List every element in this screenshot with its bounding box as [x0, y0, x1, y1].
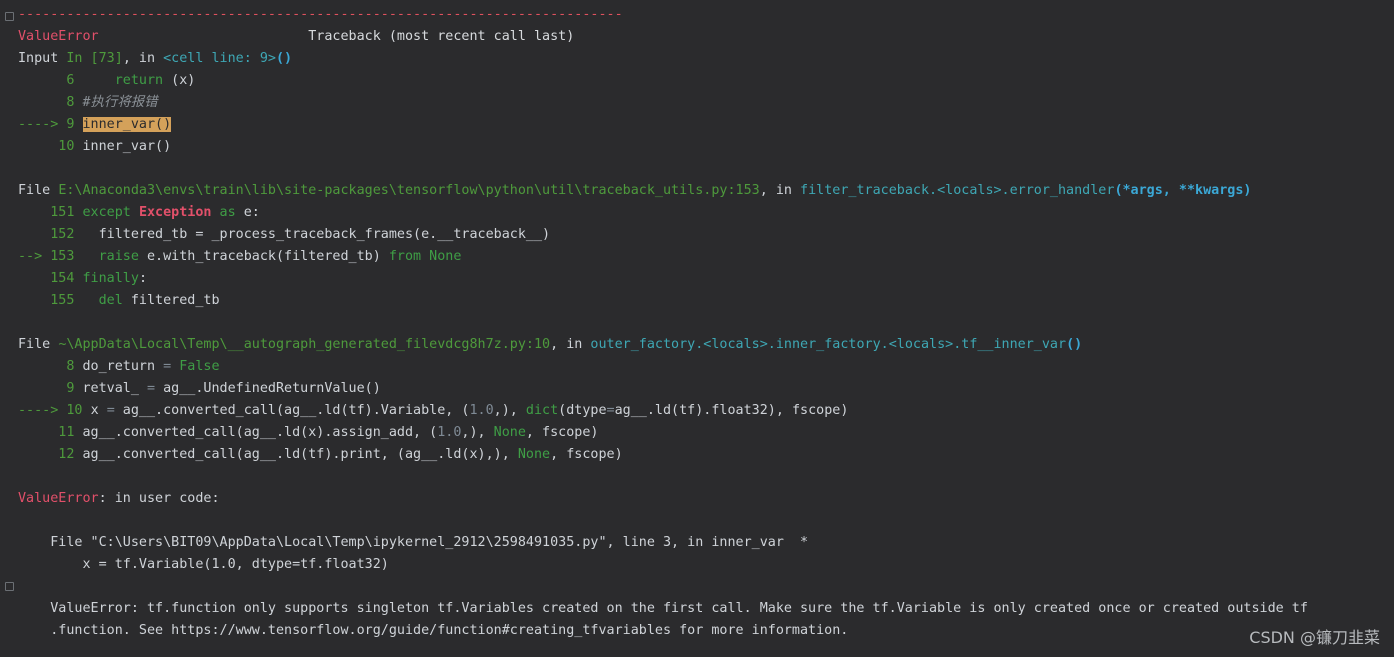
frame1-line-151: 151 except Exception as e:	[18, 205, 260, 220]
frame2-path-link[interactable]: ~\AppData\Local\Temp\__autograph_generat…	[58, 337, 550, 352]
frame1-path-link[interactable]: E:\Anaconda3\envs\train\lib\site-package…	[58, 183, 759, 198]
error-message-line-1: ValueError: tf.function only supports si…	[18, 601, 1308, 616]
frame1-line-152: 152 filtered_tb = _process_traceback_fra…	[18, 227, 551, 242]
code-line-10: 10 inner_var()	[18, 139, 172, 154]
traceback-header: ValueError Traceback (most recent call l…	[18, 26, 1394, 48]
error-name: ValueError	[18, 29, 99, 44]
frame2-line-9: 9 retval_ = ag__.UndefinedReturnValue()	[18, 381, 381, 396]
frame2-file: File ~\AppData\Local\Temp\__autograph_ge…	[18, 337, 1083, 352]
frame2-line-10-current: ----> 10 x = ag__.converted_call(ag__.ld…	[18, 403, 849, 418]
code-line-9-current: ----> 9 inner_var()	[18, 117, 172, 132]
frame1-file: File E:\Anaconda3\envs\train\lib\site-pa…	[18, 183, 1252, 198]
user-code-source-line: x = tf.Variable(1.0, dtype=tf.float32)	[18, 557, 389, 572]
code-line-8: 8 #执行将报错	[18, 95, 158, 110]
fold-icon-bottom[interactable]	[5, 582, 14, 591]
input-line: Input In [73], in <cell line: 9>()	[18, 51, 293, 66]
traceback-output: ----------------------------------------…	[18, 4, 1394, 642]
code-line-6: 6 return (x)	[18, 73, 196, 88]
user-code-error: ValueError: in user code:	[18, 491, 220, 506]
separator-line: ----------------------------------------…	[18, 7, 623, 22]
frame2-line-11: 11 ag__.converted_call(ag__.ld(x).assign…	[18, 425, 599, 440]
frame1-line-153-current: --> 153 raise e.with_traceback(filtered_…	[18, 249, 462, 264]
csdn-watermark: CSDN @镰刀韭菜	[1249, 628, 1380, 647]
frame2-line-8: 8 do_return = False	[18, 359, 220, 374]
fold-icon-top[interactable]	[5, 12, 14, 21]
frame1-line-155: 155 del filtered_tb	[18, 293, 220, 308]
user-code-file-line: File "C:\Users\BIT09\AppData\Local\Temp\…	[18, 535, 809, 550]
frame2-line-12: 12 ag__.converted_call(ag__.ld(tf).print…	[18, 447, 623, 462]
traceback-label: Traceback (most recent call last)	[308, 29, 575, 44]
highlighted-call: inner_var()	[82, 117, 172, 132]
error-message-line-2: .function. See https://www.tensorflow.or…	[18, 623, 849, 638]
frame1-line-154: 154 finally:	[18, 271, 147, 286]
